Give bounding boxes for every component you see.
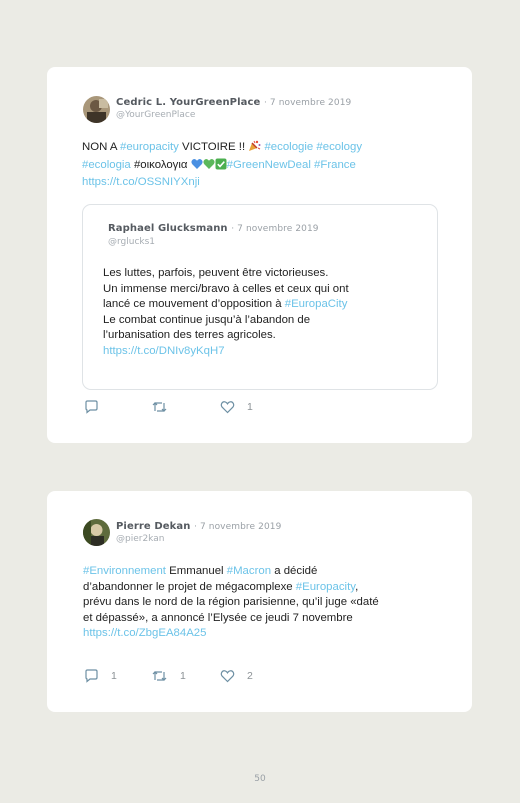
text-line: https://t.co/ZbgEA84A25 (83, 626, 379, 642)
hashtag-link[interactable]: #ecology (316, 141, 362, 153)
hashtag-link[interactable]: #Environnement (83, 565, 166, 577)
reply-icon (84, 669, 99, 683)
quote-author[interactable]: Raphael Glucksmann · 7 novembre 2019 (108, 223, 319, 234)
author-name[interactable]: Cedric L. YourGreenPlace (116, 97, 260, 108)
hashtag-link[interactable]: #GreenNewDeal (227, 159, 311, 171)
hashtag-link[interactable]: #France (314, 159, 356, 171)
green-heart-emoji (203, 158, 215, 176)
tweet-text-segment: et dépassé», a annoncé l’Elysée ce jeudi… (83, 611, 353, 624)
quoted-tweet[interactable]: Raphael Glucksmann · 7 novembre 2019 @rg… (82, 204, 438, 390)
quote-date[interactable]: · 7 novembre 2019 (231, 224, 318, 234)
tweet-text-segment: Emmanuel (165, 565, 227, 577)
text-line: Le combat continue jusqu’à l’abandon de (103, 313, 349, 329)
tweet-link[interactable]: https://t.co/ZbgEA84A25 (83, 627, 206, 639)
tweet-text-segment: l’urbanisation des terres agricoles. (103, 329, 276, 341)
retweet-icon (151, 400, 168, 414)
tweet-card-pierre: Pierre Dekan · 7 novembre 2019 @pier2kan… (47, 491, 472, 712)
tweet-date[interactable]: · 7 novembre 2019 (194, 522, 281, 532)
hashtag-link[interactable]: #ecologie (264, 141, 313, 153)
avatar[interactable] (83, 519, 110, 546)
reply-icon (84, 400, 99, 414)
author-name[interactable]: Pierre Dekan (116, 521, 190, 532)
tweet-text-segment: prévu dans le nord de la région parisien… (83, 596, 379, 608)
tweet-text-segment: , (355, 580, 359, 593)
text-line: #ecologia #οικολογια #GreenNewDeal #Fran… (82, 158, 362, 176)
tweet-link[interactable]: https://t.co/OSSNIYXnji (82, 176, 200, 188)
retweet-button[interactable] (151, 399, 180, 415)
tweet-text-segment: NON A (82, 141, 120, 153)
like-count: 1 (247, 401, 253, 413)
reply-count: 1 (111, 670, 117, 682)
tweet-text-segment: Le combat continue jusqu’à l’abandon de (103, 313, 311, 326)
text-line: #Environnement Emmanuel #Macron a décidé (83, 564, 379, 580)
blue-heart-emoji (191, 158, 203, 176)
tweet-text-segment: lancé ce mouvement d’opposition à (103, 298, 285, 310)
tweet-text: #Environnement Emmanuel #Macron a décidé… (83, 564, 379, 642)
hashtag-link[interactable]: #EuropaCity (285, 298, 348, 310)
like-count: 2 (247, 670, 253, 682)
page-number: 50 (254, 774, 266, 784)
text-line: prévu dans le nord de la région parisien… (83, 595, 379, 611)
reply-button[interactable] (84, 399, 111, 415)
tweet-link[interactable]: https://t.co/DNIv8yKqH7 (103, 345, 225, 357)
tweet-text-segment: a décidé (271, 565, 318, 577)
tweet-text-segment: VICTOIRE !! (178, 141, 249, 153)
tweet-text-segment: Les luttes, parfois, peuvent être victor… (103, 267, 329, 279)
tweet-author[interactable]: Cedric L. YourGreenPlace · 7 novembre 20… (116, 97, 351, 108)
text-line: d’abandonner le projet de mégacomplexe #… (83, 580, 379, 596)
text-line: lancé ce mouvement d’opposition à #Europ… (103, 297, 349, 313)
tweet-handle[interactable]: @pier2kan (116, 534, 164, 544)
text-line: NON A #europacity VICTOIRE !! #ecologie … (82, 140, 362, 158)
text-line: Un immense merci/bravo à celles et ceux … (103, 282, 349, 298)
tweet-text-segment: Un immense merci/bravo à celles et ceux … (103, 282, 349, 295)
reply-button[interactable]: 1 (84, 668, 117, 684)
text-line: https://t.co/OSSNIYXnji (82, 175, 362, 191)
tweet-date[interactable]: · 7 novembre 2019 (264, 98, 351, 108)
tweet-text-segment: d’abandonner le projet de mégacomplexe (83, 580, 296, 593)
text-line: l’urbanisation des terres agricoles. (103, 328, 349, 344)
tweet-text-segment: #οικολογια (130, 158, 191, 171)
hashtag-link[interactable]: #Macron (227, 565, 271, 577)
avatar[interactable] (83, 96, 110, 123)
tweet-text: NON A #europacity VICTOIRE !! #ecologie … (82, 140, 362, 191)
hashtag-link[interactable]: #ecologia (82, 159, 131, 171)
heart-icon (220, 400, 235, 414)
hashtag-link[interactable]: #europacity (120, 141, 179, 153)
quote-author-name[interactable]: Raphael Glucksmann (108, 223, 228, 234)
tweet-actions: 1 (84, 399, 284, 415)
check-mark-emoji (215, 158, 227, 176)
tweet-card-cedric: Cedric L. YourGreenPlace · 7 novembre 20… (47, 67, 472, 443)
text-line: Les luttes, parfois, peuvent être victor… (103, 266, 349, 282)
retweet-icon (151, 669, 168, 683)
retweet-count: 1 (180, 670, 186, 682)
heart-icon (220, 669, 235, 683)
text-line: et dépassé», a annoncé l’Elysée ce jeudi… (83, 611, 379, 627)
hashtag-link[interactable]: #Europacity (296, 581, 355, 593)
retweet-button[interactable]: 1 (151, 668, 186, 684)
party-popper-emoji (248, 140, 261, 158)
tweet-actions: 1 1 2 (84, 668, 284, 684)
quote-text: Les luttes, parfois, peuvent être victor… (103, 266, 349, 359)
like-button[interactable]: 1 (220, 399, 253, 415)
tweet-author[interactable]: Pierre Dekan · 7 novembre 2019 (116, 521, 281, 532)
like-button[interactable]: 2 (220, 668, 253, 684)
text-line: https://t.co/DNIv8yKqH7 (103, 344, 349, 360)
quote-handle[interactable]: @rglucks1 (108, 237, 155, 247)
tweet-handle[interactable]: @YourGreenPlace (116, 110, 195, 120)
